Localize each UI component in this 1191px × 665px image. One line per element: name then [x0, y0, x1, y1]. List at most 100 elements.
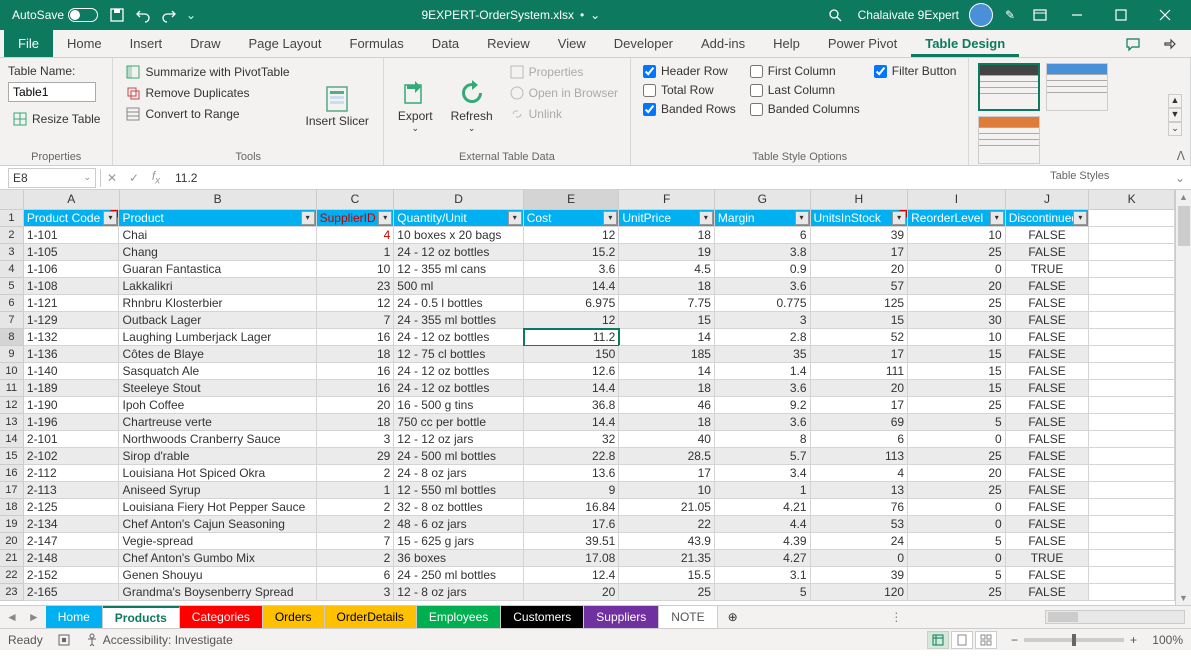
cell[interactable]: 12.4: [524, 567, 620, 584]
cell[interactable]: 14.4: [524, 278, 620, 295]
cell[interactable]: 10 boxes x 20 bags: [394, 227, 523, 244]
cell[interactable]: [1089, 380, 1175, 397]
gallery-up-icon[interactable]: ▲: [1168, 94, 1182, 108]
row-header[interactable]: 1: [0, 210, 24, 227]
cell[interactable]: 5: [908, 533, 1006, 550]
zoom-out-button[interactable]: −: [1011, 633, 1018, 647]
cell[interactable]: 18: [317, 346, 395, 363]
cell[interactable]: 5.7: [715, 448, 811, 465]
cell[interactable]: 0: [908, 516, 1006, 533]
normal-view-button[interactable]: [927, 631, 949, 649]
cell[interactable]: Côtes de Blaye: [119, 346, 316, 363]
cell[interactable]: Steeleye Stout: [119, 380, 316, 397]
cell[interactable]: [1089, 516, 1175, 533]
cell[interactable]: 0: [908, 431, 1006, 448]
cell[interactable]: Louisiana Fiery Hot Pepper Sauce: [119, 499, 316, 516]
cell[interactable]: 35: [715, 346, 811, 363]
cell[interactable]: 18: [619, 227, 715, 244]
autosave-toggle[interactable]: AutoSave: [6, 8, 104, 22]
cell[interactable]: 500 ml: [394, 278, 523, 295]
cell[interactable]: 16: [317, 329, 395, 346]
cell[interactable]: 20: [811, 261, 909, 278]
cell[interactable]: TRUE: [1006, 550, 1090, 567]
table-header-unitprice[interactable]: UnitPrice▾: [619, 210, 715, 227]
cell[interactable]: [1089, 550, 1175, 567]
close-button[interactable]: [1145, 0, 1185, 30]
tab-page-layout[interactable]: Page Layout: [235, 30, 336, 57]
cell[interactable]: [1089, 329, 1175, 346]
cell[interactable]: FALSE: [1006, 278, 1090, 295]
cell[interactable]: [1089, 397, 1175, 414]
cell[interactable]: 150: [524, 346, 620, 363]
cell[interactable]: 3.4: [715, 465, 811, 482]
cell[interactable]: [1089, 363, 1175, 380]
cell[interactable]: 0: [908, 499, 1006, 516]
row-header[interactable]: 3: [0, 244, 24, 261]
cell[interactable]: 10: [908, 329, 1006, 346]
comments-icon[interactable]: [1115, 33, 1151, 57]
table-header-discontinued[interactable]: Discontinued▾: [1006, 210, 1090, 227]
sheet-tab-categories[interactable]: Categories: [180, 606, 263, 628]
cell[interactable]: 1.4: [715, 363, 811, 380]
ribbon-display-icon[interactable]: [1028, 3, 1052, 27]
cell[interactable]: 3: [317, 584, 395, 601]
style-gallery[interactable]: [977, 62, 1162, 168]
cell[interactable]: 2-125: [24, 499, 120, 516]
cell[interactable]: 36 boxes: [394, 550, 523, 567]
cell[interactable]: 15.5: [619, 567, 715, 584]
cell[interactable]: 1: [317, 244, 395, 261]
tab-home[interactable]: Home: [53, 30, 116, 57]
cell[interactable]: 18: [619, 380, 715, 397]
cell[interactable]: 43.9: [619, 533, 715, 550]
filter-button-checkbox[interactable]: Filter Button: [870, 62, 961, 80]
remove-duplicates-button[interactable]: Remove Duplicates: [121, 83, 293, 103]
filter-dropdown-icon[interactable]: ▾: [378, 211, 392, 225]
row-header[interactable]: 13: [0, 414, 24, 431]
col-header-C[interactable]: C: [317, 190, 395, 210]
cell[interactable]: 1-105: [24, 244, 120, 261]
cell[interactable]: 57: [811, 278, 909, 295]
cell[interactable]: 24 - 12 oz bottles: [394, 329, 523, 346]
cell[interactable]: Rhnbru Klosterbier: [119, 295, 316, 312]
cell[interactable]: [1089, 295, 1175, 312]
row-header[interactable]: 16: [0, 465, 24, 482]
cell[interactable]: [1089, 346, 1175, 363]
tab-review[interactable]: Review: [473, 30, 544, 57]
cell[interactable]: FALSE: [1006, 329, 1090, 346]
cell[interactable]: Louisiana Hot Spiced Okra: [119, 465, 316, 482]
row-header[interactable]: 19: [0, 516, 24, 533]
title-dropdown-icon[interactable]: ⌄: [590, 8, 600, 22]
cell[interactable]: 3.6: [715, 380, 811, 397]
col-header-G[interactable]: G: [715, 190, 811, 210]
cell[interactable]: 2-134: [24, 516, 120, 533]
cell[interactable]: Northwoods Cranberry Sauce: [119, 431, 316, 448]
qat-dropdown-icon[interactable]: ⌄: [182, 8, 200, 22]
col-header-E[interactable]: E: [524, 190, 620, 210]
cell[interactable]: [1089, 584, 1175, 601]
cell[interactable]: 1-189: [24, 380, 120, 397]
cell[interactable]: 17: [811, 346, 909, 363]
cell[interactable]: 15.2: [524, 244, 620, 261]
cell[interactable]: 20: [811, 380, 909, 397]
cell[interactable]: 12 - 550 ml bottles: [394, 482, 523, 499]
cell[interactable]: FALSE: [1006, 499, 1090, 516]
tab-file[interactable]: File: [4, 30, 53, 57]
cell[interactable]: 0.775: [715, 295, 811, 312]
cell[interactable]: 25: [908, 397, 1006, 414]
cell[interactable]: 52: [811, 329, 909, 346]
page-break-button[interactable]: [975, 631, 997, 649]
avatar[interactable]: [969, 3, 993, 27]
maximize-button[interactable]: [1101, 0, 1141, 30]
cell[interactable]: 4: [317, 227, 395, 244]
cell[interactable]: 9.2: [715, 397, 811, 414]
cell[interactable]: 24 - 12 oz bottles: [394, 244, 523, 261]
cell[interactable]: 0.9: [715, 261, 811, 278]
cell[interactable]: 17: [811, 244, 909, 261]
zoom-level[interactable]: 100%: [1143, 633, 1183, 647]
cell[interactable]: 17.6: [524, 516, 620, 533]
row-header[interactable]: 2: [0, 227, 24, 244]
cell[interactable]: 15: [619, 312, 715, 329]
share-icon[interactable]: [1151, 33, 1187, 57]
cell[interactable]: 12 - 12 oz jars: [394, 431, 523, 448]
cell[interactable]: 1-106: [24, 261, 120, 278]
